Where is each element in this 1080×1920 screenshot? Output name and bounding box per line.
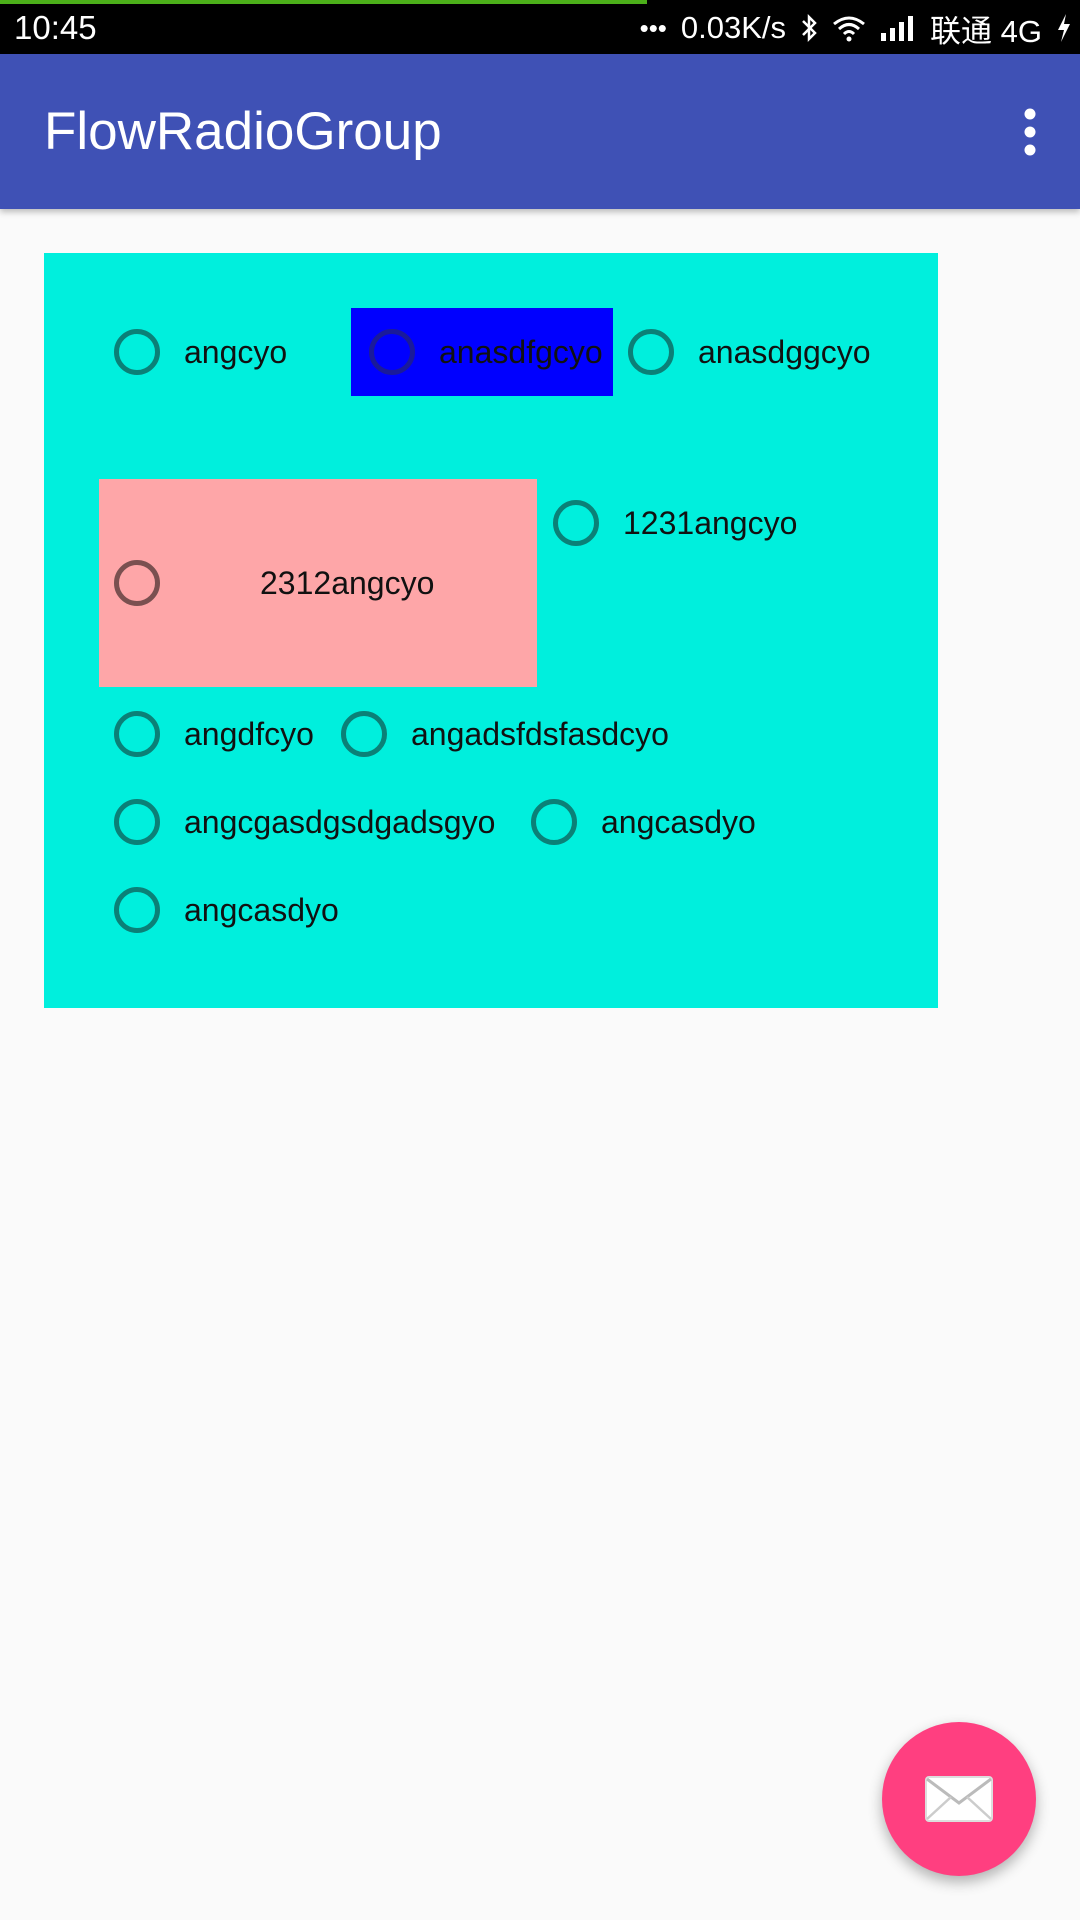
carrier-label: 联通 4G (930, 13, 1042, 49)
radio-circle-icon[interactable] (553, 500, 599, 546)
radio-circle-icon[interactable] (628, 329, 674, 375)
radio-label: anasdggcyo (698, 333, 871, 370)
radio-circle-icon[interactable] (114, 887, 160, 933)
radio-label: 1231angcyo (623, 504, 798, 541)
radio-label: anasdfgcyo (439, 333, 603, 370)
mail-icon (925, 1776, 993, 1822)
status-bar: 10:45 ••• 0.03K/s 联通 4G (0, 0, 1080, 54)
radio-item[interactable]: 2312angcyo (99, 479, 537, 687)
radio-label: 2312angcyo (260, 564, 435, 601)
bluetooth-icon (800, 13, 818, 43)
radio-circle-icon[interactable] (341, 711, 387, 757)
radio-label: angcasdyo (184, 891, 339, 928)
radio-circle-icon[interactable] (114, 711, 160, 757)
radio-item[interactable]: anasdggcyo (628, 316, 871, 388)
radio-circle-icon[interactable] (114, 329, 160, 375)
radio-item[interactable]: angcgasdgsdgadsgyo (114, 786, 495, 858)
radio-circle-icon[interactable] (114, 799, 160, 845)
radio-label: angdfcyo (184, 715, 314, 752)
fab-button[interactable] (882, 1722, 1036, 1876)
signal-icon (880, 15, 916, 41)
more-notifications: ••• (639, 12, 667, 43)
status-time: 10:45 (14, 9, 97, 46)
radio-item[interactable]: angadsfdsfasdcyo (341, 698, 669, 770)
radio-item[interactable]: angcasdyo (531, 786, 756, 858)
app-bar: FlowRadioGroup (0, 54, 1080, 209)
status-icons: ••• 0.03K/s 联通 4G (639, 8, 1072, 49)
radio-item[interactable]: angdfcyo (114, 698, 314, 770)
radio-item[interactable]: anasdfgcyo (351, 308, 613, 396)
radio-label: angcasdyo (601, 803, 756, 840)
charging-icon (1056, 13, 1072, 43)
radio-label: angcyo (184, 333, 288, 370)
more-vert-icon[interactable] (1000, 100, 1060, 164)
radio-circle-icon[interactable] (369, 329, 415, 375)
radio-circle-icon[interactable] (531, 799, 577, 845)
status-progress-bar (0, 0, 647, 4)
radio-label: angcgasdgsdgadsgyo (184, 803, 496, 840)
network-speed: 0.03K/s (680, 10, 787, 45)
radio-item[interactable]: angcasdyo (114, 874, 339, 946)
wifi-icon (832, 14, 866, 42)
radio-circle-icon[interactable] (114, 560, 160, 606)
radio-item[interactable]: 1231angcyo (553, 487, 797, 559)
page-title: FlowRadioGroup (44, 102, 442, 161)
radio-item[interactable]: angcyo (114, 316, 287, 388)
radio-label: angadsfdsfasdcyo (411, 715, 669, 752)
flow-radio-group: angcyo anasdfgcyo anasdggcyo 2312angcyo … (44, 253, 938, 1008)
